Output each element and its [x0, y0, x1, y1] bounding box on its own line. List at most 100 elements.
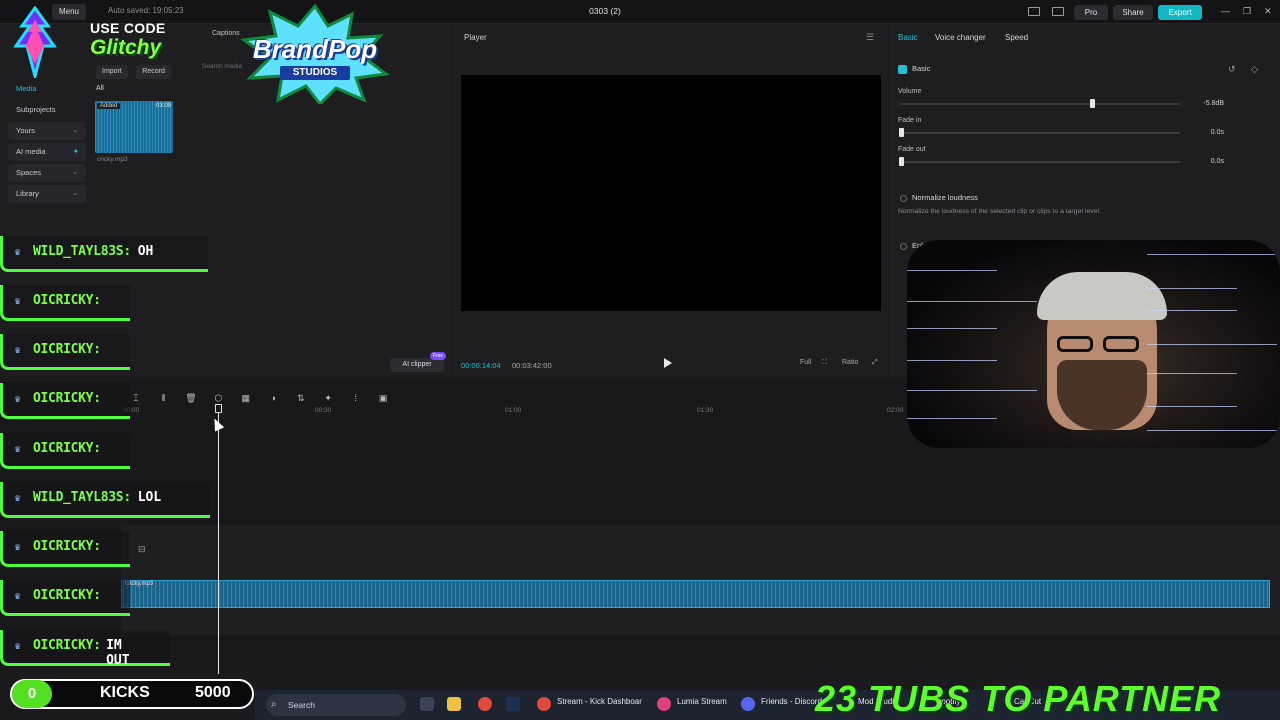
fullscreen-icon[interactable]: ⤢ [872, 359, 878, 367]
close-icon[interactable]: ✕ [1264, 6, 1272, 17]
media-clip-thumbnail[interactable]: Added 03:09 [95, 101, 173, 153]
fade-out-slider[interactable] [900, 161, 1180, 163]
cap [1037, 272, 1167, 320]
glitch-line [1147, 406, 1237, 407]
audio-split-icon[interactable]: ⁞ [350, 393, 362, 403]
keyframe-icon[interactable]: ◇ [1251, 64, 1258, 75]
enhance-toggle[interactable] [900, 243, 907, 250]
playhead[interactable] [218, 404, 219, 674]
task-view-icon[interactable] [420, 697, 434, 711]
sidebar-item-spaces[interactable]: Spaces ⌄ [8, 164, 86, 182]
volume-slider[interactable] [900, 103, 1180, 105]
import-button[interactable]: Import [96, 65, 128, 79]
search-media-input[interactable]: Search media [202, 63, 242, 70]
snapshot-icon[interactable]: ▣ [377, 393, 389, 403]
badge-icon: ♛ [14, 297, 22, 306]
glasses-left [1057, 336, 1093, 352]
glasses-right [1103, 336, 1139, 352]
panels-icon[interactable] [1052, 7, 1064, 16]
export-button[interactable]: Export [1158, 5, 1202, 20]
basic-checkbox[interactable] [898, 65, 907, 74]
fade-out-value[interactable]: 0.0s [1192, 158, 1224, 165]
fade-in-value[interactable]: 0.0s [1192, 129, 1224, 136]
media-toolbar: Import Record [96, 60, 175, 79]
sidebar-item-media[interactable]: Media [8, 80, 86, 98]
sidebar-item-yours[interactable]: Yours ⌄ [8, 122, 86, 140]
partner-goal-text: 23 TUBS TO PARTNER [815, 678, 1222, 719]
mask-icon[interactable]: ◑ [267, 393, 279, 403]
sidebar-item-ai-media[interactable]: AI media ● [8, 143, 86, 161]
crop-icon[interactable]: ⛶ [822, 359, 827, 367]
ai-clipper-button[interactable]: AI clipper Free [390, 352, 446, 372]
ratio-button[interactable]: Ratio [842, 359, 858, 366]
lumia-icon[interactable] [657, 697, 671, 711]
volume-value[interactable]: -5.8dB [1192, 100, 1224, 107]
sidebar-item-library[interactable]: Library ⌄ [8, 185, 86, 203]
delete-icon[interactable]: 🗑 [185, 393, 197, 403]
tab-speed[interactable]: Speed [1005, 33, 1028, 42]
brandpop-subtitle: STUDIOS [280, 66, 350, 80]
tab-voice-changer[interactable]: Voice changer [935, 33, 986, 42]
track-settings-icon[interactable]: ⊟ [138, 544, 146, 555]
brandpop-logo: BrandPop STUDIOS [240, 4, 390, 104]
chrome-icon[interactable] [537, 697, 551, 711]
kicks-label: KICKS [100, 684, 150, 701]
media-clip-name: cricky.mp3 [97, 156, 128, 163]
reset-icon[interactable]: ↺ [1228, 64, 1236, 75]
player-viewport[interactable] [461, 75, 881, 311]
discord-icon[interactable] [741, 697, 755, 711]
playhead-handle[interactable] [215, 404, 222, 413]
record-button[interactable]: Record [136, 65, 171, 79]
chat-username: WILD_TAYL83S: [33, 244, 131, 259]
chat-username: OICRICKY: [33, 391, 101, 406]
play-icon[interactable] [664, 358, 672, 368]
volume-slider-knob[interactable] [1090, 99, 1096, 108]
chevron-down-icon: ⌄ [72, 127, 78, 134]
normalize-toggle[interactable] [900, 195, 907, 202]
magic-icon[interactable]: ✦ [322, 393, 334, 403]
full-button[interactable]: Full [800, 359, 811, 366]
maximize-icon[interactable]: ❐ [1243, 6, 1251, 17]
chat-username: OICRICKY: [33, 441, 101, 456]
glitch-line [1147, 310, 1237, 311]
tab-basic[interactable]: Basic [898, 33, 918, 42]
pro-button[interactable]: Pro [1074, 5, 1108, 20]
hamburger-icon[interactable]: ☰ [866, 32, 874, 43]
sidebar-item-label: Subprojects [16, 105, 56, 114]
ruler-label: 01:00 [505, 407, 522, 414]
tab-captions[interactable]: Captions [212, 30, 240, 37]
adjust-icon[interactable]: ⇅ [295, 393, 307, 403]
fade-out-slider-knob[interactable] [899, 157, 904, 166]
fade-in-slider-knob[interactable] [899, 128, 904, 137]
glitch-line [907, 390, 1037, 391]
split-icon[interactable]: ⌶ [130, 393, 142, 403]
chat-username: OICRICKY: [33, 638, 101, 653]
file-explorer-icon[interactable] [447, 697, 461, 711]
marker-icon[interactable]: ⬡ [212, 393, 224, 403]
share-button[interactable]: Share [1113, 5, 1153, 20]
trim-icon[interactable]: ⫴ [157, 393, 169, 403]
sidebar-item-label: Yours [16, 126, 35, 135]
chat-text: OH [137, 244, 154, 259]
taskbar-app[interactable]: Stream - Kick Dashboar [557, 697, 642, 706]
audio-clip[interactable] [121, 580, 1270, 608]
taskbar-search[interactable]: Search [266, 694, 406, 716]
search-icon: ⌕ [271, 699, 277, 710]
fade-in-slider[interactable] [900, 132, 1180, 134]
freeze-icon[interactable]: ▦ [240, 393, 252, 403]
layout-icon[interactable] [1028, 7, 1040, 16]
sidebar-item-subprojects[interactable]: Subprojects [8, 101, 86, 119]
ruler-label: 02:00 [887, 407, 904, 414]
chevron-down-icon: ⌄ [72, 190, 78, 197]
taskbar-app[interactable]: Lumia Stream [677, 697, 727, 706]
glitch-line [907, 301, 1037, 302]
steam-icon[interactable] [506, 697, 520, 711]
toggle-icon: ● [73, 148, 78, 155]
taskbar-app[interactable]: Friends - Discord [761, 697, 822, 706]
badge-icon: ♛ [14, 248, 22, 257]
minimize-icon[interactable]: — [1221, 6, 1230, 16]
brandpop-title: BrandPop [252, 34, 378, 64]
filter-all[interactable]: All [96, 85, 104, 92]
chrome-icon[interactable] [478, 697, 492, 711]
glitch-line [1147, 344, 1277, 345]
